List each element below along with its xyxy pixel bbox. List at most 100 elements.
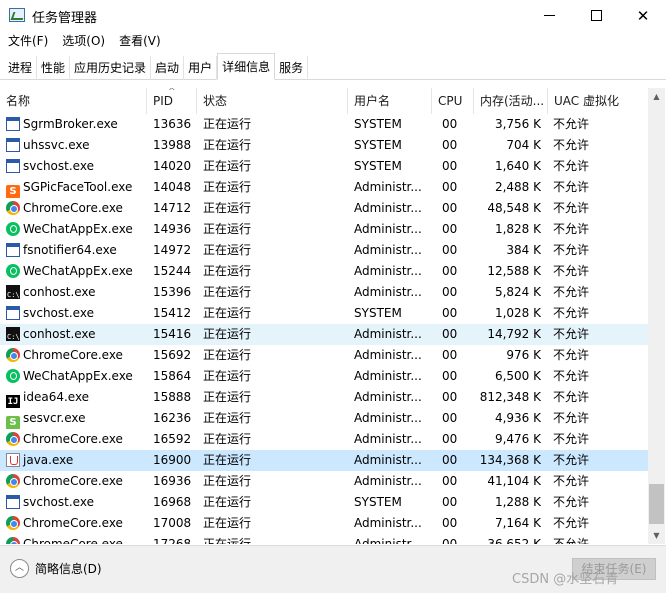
column-header-pid[interactable]: PID: [147, 88, 197, 114]
column-header-user[interactable]: 用户名: [348, 88, 432, 114]
window-title: 任务管理器: [32, 11, 98, 26]
close-button[interactable]: ✕: [620, 0, 666, 31]
process-name: ChromeCore.exe: [23, 516, 123, 530]
process-user: SYSTEM: [354, 306, 402, 320]
process-status: 正在运行: [203, 495, 252, 509]
process-name: ChromeCore.exe: [23, 474, 123, 488]
tab-0[interactable]: 进程: [4, 56, 38, 80]
process-pid: 14020: [153, 159, 192, 173]
process-status: 正在运行: [203, 411, 252, 425]
process-user: Administr...: [354, 453, 422, 467]
process-pid: 14936: [153, 222, 192, 236]
table-row[interactable]: Ssesvcr.exe 16236 正在运行 Administr... 00 4,936 …: [0, 408, 648, 429]
process-cpu: 00: [442, 432, 458, 446]
tab-2[interactable]: 应用历史记录: [70, 56, 152, 80]
process-name-cell: Ssesvcr.exe: [6, 408, 146, 429]
table-row[interactable]: conhost.exe 15416 正在运行 Administr... 00 14,792…: [0, 324, 648, 345]
process-name-cell: ChromeCore.exe: [6, 513, 146, 534]
process-uac: 不允许: [553, 495, 590, 509]
process-memory: 36,652 K: [487, 537, 541, 544]
process-memory: 2,488 K: [494, 180, 541, 194]
maximize-button[interactable]: [573, 0, 619, 31]
fewer-details-link[interactable]: 简略信息(D): [35, 560, 102, 577]
menu-view[interactable]: 查看(V): [119, 31, 161, 52]
column-header-name-label: 名称: [6, 94, 31, 108]
process-memory: 1,828 K: [494, 222, 541, 236]
tab-6[interactable]: 服务: [275, 56, 309, 80]
process-cpu: 00: [442, 411, 458, 425]
table-row[interactable]: java.exe 16900 正在运行 Administr... 00 134,368 K…: [0, 450, 648, 471]
table-row[interactable]: ChromeCore.exe 17268 正在运行 Administr... 00 36,…: [0, 534, 648, 544]
table-row[interactable]: WeChatAppEx.exe 15244 正在运行 Administr... 00 12…: [0, 261, 648, 282]
column-header-memory[interactable]: 内存(活动...: [474, 88, 548, 114]
scroll-thumb[interactable]: [649, 484, 664, 524]
process-cpu: 00: [442, 453, 458, 467]
process-pid: 16900: [153, 453, 192, 467]
vertical-scrollbar[interactable]: ▲ ▼: [648, 88, 665, 544]
table-row[interactable]: WeChatAppEx.exe 15864 正在运行 Administr... 00 6,…: [0, 366, 648, 387]
process-user: Administr...: [354, 264, 422, 278]
minimize-icon: [543, 15, 555, 16]
menu-options[interactable]: 选项(O): [62, 31, 105, 52]
process-pid: 14048: [153, 180, 192, 194]
table-row[interactable]: ChromeCore.exe 16592 正在运行 Administr... 00 9,4…: [0, 429, 648, 450]
table-row[interactable]: svchost.exe 15412 正在运行 SYSTEM 00 1,028 K 不允许: [0, 303, 648, 324]
table-row[interactable]: ChromeCore.exe 15692 正在运行 Administr... 00 976…: [0, 345, 648, 366]
chevron-up-icon[interactable]: ︿: [10, 559, 29, 578]
tab-1[interactable]: 性能: [37, 56, 71, 80]
process-pid: 17008: [153, 516, 192, 530]
process-name: ChromeCore.exe: [23, 348, 123, 362]
process-name: svchost.exe: [23, 159, 94, 173]
process-name-cell: java.exe: [6, 450, 146, 471]
table-row[interactable]: svchost.exe 16968 正在运行 SYSTEM 00 1,288 K 不允许: [0, 492, 648, 513]
process-name-cell: conhost.exe: [6, 282, 146, 303]
process-memory: 976 K: [506, 348, 541, 362]
table-row[interactable]: svchost.exe 14020 正在运行 SYSTEM 00 1,640 K 不允许: [0, 156, 648, 177]
process-user: SYSTEM: [354, 159, 402, 173]
process-cpu: 00: [442, 243, 458, 257]
process-status: 正在运行: [203, 264, 252, 278]
tab-4[interactable]: 用户: [184, 56, 218, 80]
process-name-cell: WeChatAppEx.exe: [6, 261, 146, 282]
table-row[interactable]: WeChatAppEx.exe 14936 正在运行 Administr... 00 1,…: [0, 219, 648, 240]
process-name-cell: ChromeCore.exe: [6, 534, 146, 544]
process-user: Administr...: [354, 537, 422, 544]
menu-bar: 文件(F) 选项(O) 查看(V): [0, 31, 666, 52]
process-pid: 15888: [153, 390, 192, 404]
menu-file[interactable]: 文件(F): [8, 31, 48, 52]
table-row[interactable]: SgrmBroker.exe 13636 正在运行 SYSTEM 00 3,756 K 不允…: [0, 114, 648, 135]
column-header-status[interactable]: 状态: [197, 88, 348, 114]
process-memory: 14,792 K: [487, 327, 541, 341]
table-row[interactable]: ChromeCore.exe 17008 正在运行 Administr... 00 7,1…: [0, 513, 648, 534]
table-row[interactable]: conhost.exe 15396 正在运行 Administr... 00 5,824 …: [0, 282, 648, 303]
tab-5[interactable]: 详细信息: [217, 53, 276, 80]
process-cpu: 00: [442, 159, 458, 173]
column-header-uac[interactable]: UAC 虚拟化: [548, 88, 648, 114]
table-row[interactable]: IJ idea64.exe 15888 正在运行 Administr... 00 812,3…: [0, 387, 648, 408]
process-status: 正在运行: [203, 138, 252, 152]
column-header-cpu[interactable]: CPU: [432, 88, 474, 114]
scroll-up-arrow-icon[interactable]: ▲: [648, 88, 665, 105]
process-uac: 不允许: [553, 138, 590, 152]
task-manager-icon: [9, 8, 25, 22]
table-row[interactable]: fsnotifier64.exe 14972 正在运行 Administr... 00 3…: [0, 240, 648, 261]
process-user: Administr...: [354, 474, 422, 488]
scroll-down-arrow-icon[interactable]: ▼: [648, 527, 665, 544]
table-row[interactable]: S SGPicFaceTool.exe 14048 正在运行 Administr... 0…: [0, 177, 648, 198]
process-pid: 15692: [153, 348, 192, 362]
process-pid: 15416: [153, 327, 192, 341]
process-cpu: 00: [442, 201, 458, 215]
table-row[interactable]: uhssvc.exe 13988 正在运行 SYSTEM 00 704 K 不允许: [0, 135, 648, 156]
table-row[interactable]: ChromeCore.exe 16936 正在运行 Administr... 00 41,…: [0, 471, 648, 492]
tab-3[interactable]: 启动: [151, 56, 185, 80]
table-row[interactable]: ChromeCore.exe 14712 正在运行 Administr... 00 48,…: [0, 198, 648, 219]
process-memory: 1,288 K: [494, 495, 541, 509]
minimize-button[interactable]: [526, 0, 572, 31]
process-memory: 48,548 K: [487, 201, 541, 215]
app-window-icon: [6, 306, 20, 320]
column-header-name[interactable]: 名称: [0, 88, 147, 114]
maximize-icon: [590, 10, 602, 21]
process-pid: 14712: [153, 201, 192, 215]
process-name: svchost.exe: [23, 495, 94, 509]
process-uac: 不允许: [553, 117, 590, 131]
